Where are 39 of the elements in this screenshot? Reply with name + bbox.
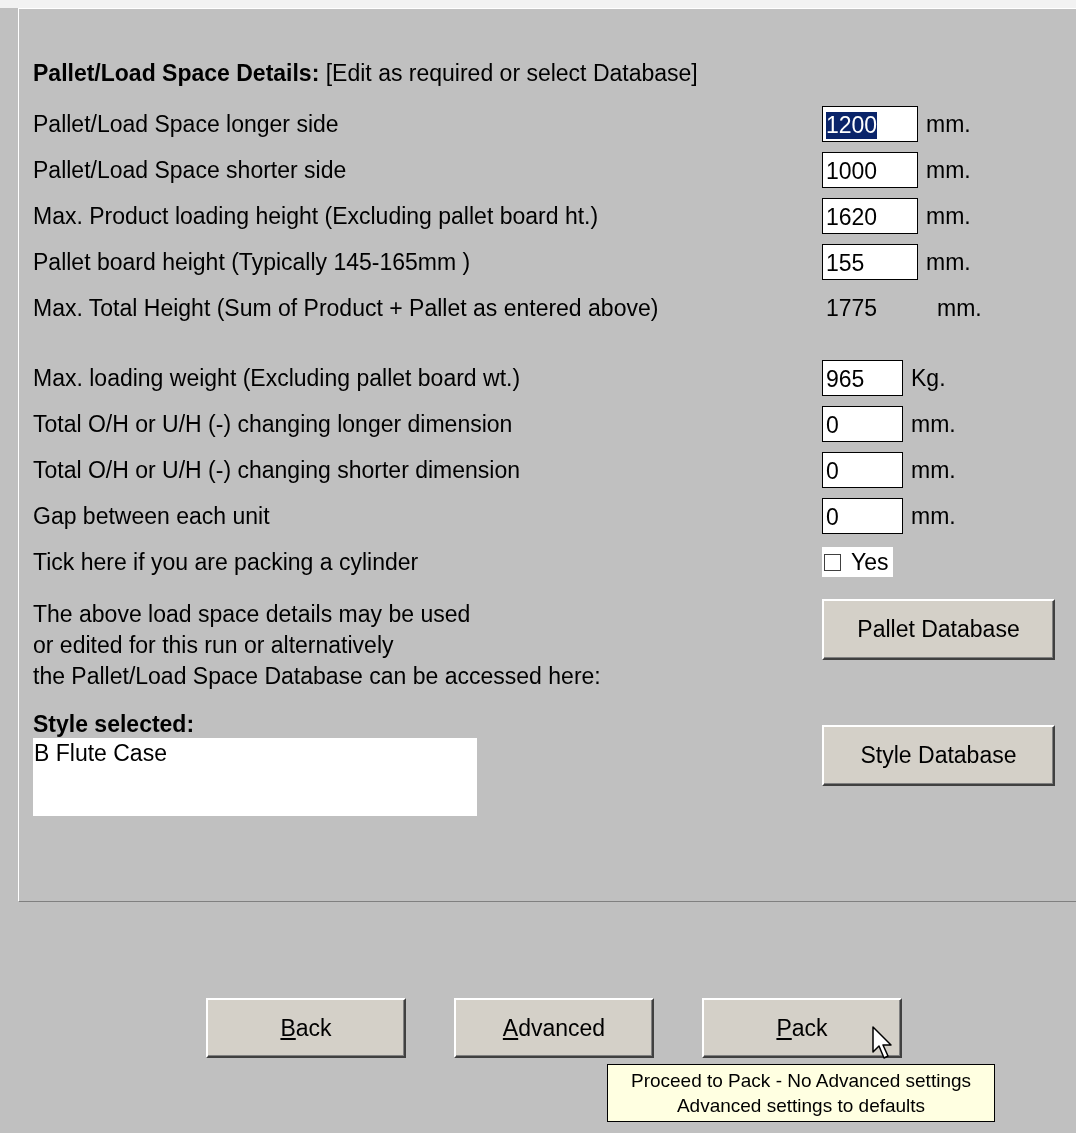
field-label: Total O/H or U/H (-) changing shorter dimension [33, 456, 522, 484]
unit-label: mm. [926, 202, 971, 230]
nav-button[interactable]: Pack [702, 998, 902, 1058]
tooltip: Proceed to Pack - No Advanced settings Advanced settings to defaults [607, 1064, 995, 1122]
nav-button[interactable]: Back [206, 998, 406, 1058]
style-field[interactable]: B Flute Case [33, 738, 477, 816]
field-label: Max. Product loading height (Excluding pallet board ht.) [33, 202, 600, 230]
field-label: Pallet board height (Typically 145-165mm ) [33, 248, 472, 276]
total-value: 1775 [825, 294, 879, 322]
style-label: Style selected: [33, 710, 196, 738]
field-label: Pallet/Load Space longer side [33, 110, 340, 138]
field-label: Tick here if you are packing a cylinder [33, 548, 420, 576]
field-label: Pallet/Load Space shorter side [33, 156, 348, 184]
pallet-database-button[interactable]: Pallet Database [822, 599, 1055, 660]
input-field[interactable]: 0 [822, 452, 903, 488]
input-field[interactable]: 0 [822, 406, 903, 442]
section-heading: Pallet/Load Space Details: [Edit as required or select Database] [33, 59, 698, 87]
unit-label: Kg. [911, 364, 946, 392]
unit-label: mm. [926, 248, 971, 276]
field-label: Total O/H or U/H (-) changing longer dimension [33, 410, 514, 438]
input-field[interactable]: 155 [822, 244, 918, 280]
database-note: The above load space details may be used or edited for this run or alternatively the Pallet/Load Space Database can be accessed here: [33, 600, 602, 691]
unit-label: mm. [937, 294, 982, 322]
nav-button[interactable]: Advanced [454, 998, 654, 1058]
input-field[interactable]: 1200 [822, 106, 918, 142]
input-field[interactable]: 0 [822, 498, 903, 534]
field-label: Max. Total Height (Sum of Product + Pallet as entered above) [33, 294, 660, 322]
checkbox[interactable] [824, 553, 841, 571]
field-label: Max. loading weight (Excluding pallet board wt.) [33, 364, 522, 392]
unit-label: mm. [911, 502, 956, 530]
field-label: Gap between each unit [33, 502, 271, 530]
unit-label: mm. [911, 456, 956, 484]
unit-label: mm. [926, 156, 971, 184]
input-field[interactable]: 965 [822, 360, 903, 396]
unit-label: mm. [911, 410, 956, 438]
unit-label: mm. [926, 110, 971, 138]
style-database-button[interactable]: Style Database [822, 725, 1055, 786]
input-field[interactable]: 1620 [822, 198, 918, 234]
input-field[interactable]: 1000 [822, 152, 918, 188]
